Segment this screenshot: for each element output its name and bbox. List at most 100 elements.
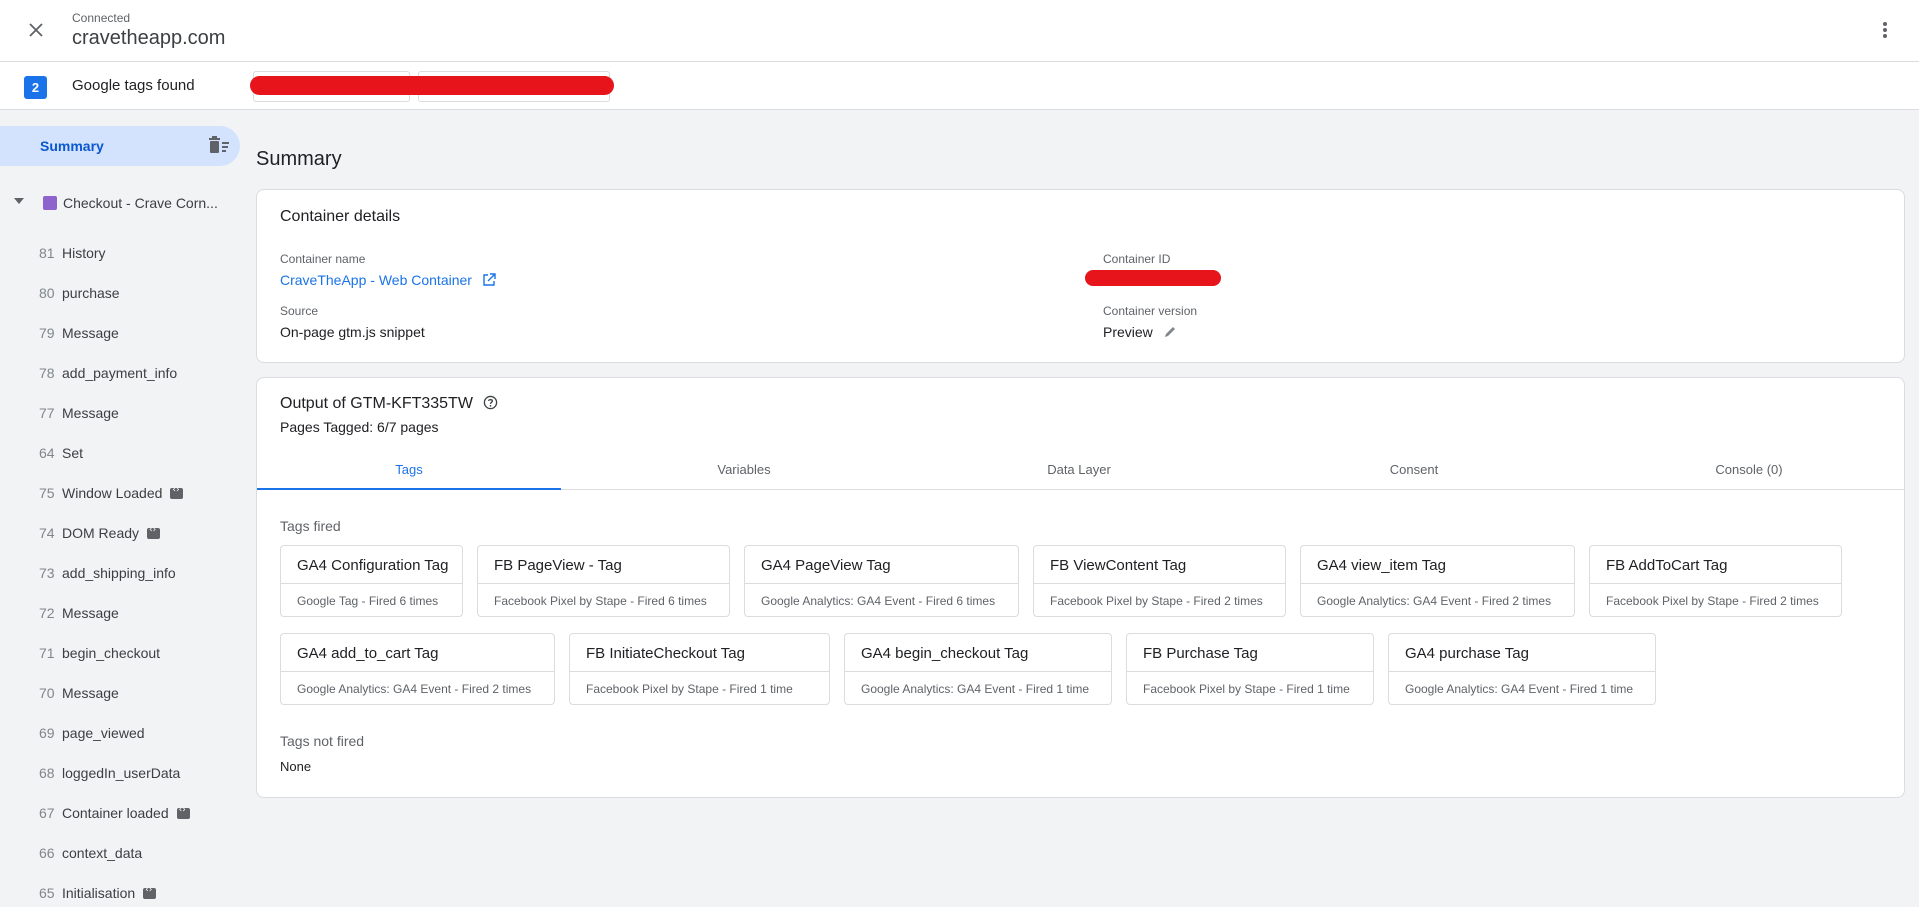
tag-card[interactable]: GA4 view_item Tag Google Analytics: GA4 E… — [1300, 545, 1575, 617]
event-number: 77 — [39, 405, 55, 421]
tag-description: Google Analytics: GA4 Event - Fired 1 ti… — [861, 682, 1090, 696]
event-number: 70 — [39, 685, 55, 701]
event-name: DOM Ready — [62, 525, 161, 541]
source-value: On-page gtm.js snippet — [280, 324, 425, 340]
event-item[interactable]: 81 History — [0, 234, 240, 274]
event-item[interactable]: 73 add_shipping_info — [0, 554, 240, 594]
event-item[interactable]: 68 loggedIn_userData — [0, 754, 240, 794]
event-number: 67 — [39, 805, 55, 821]
open-in-new-icon — [483, 273, 496, 286]
tag-name: GA4 add_to_cart Tag — [297, 645, 439, 662]
event-name-text: DOM Ready — [62, 525, 140, 541]
tags-fired-label: Tags fired — [280, 518, 341, 534]
tag-card[interactable]: FB ViewContent Tag Facebook Pixel by Stap… — [1033, 545, 1286, 617]
close-icon — [29, 23, 43, 37]
redaction-mark — [250, 76, 614, 95]
event-name-text: add_payment_info — [62, 365, 178, 381]
sidebar: Summary Checkout - Crave Corn... 81 Histo… — [0, 110, 240, 907]
event-number: 64 — [39, 445, 55, 461]
divider — [281, 671, 554, 672]
tag-card[interactable]: GA4 begin_checkout Tag Google Analytics: … — [844, 633, 1112, 705]
event-number: 69 — [39, 725, 55, 741]
tag-card[interactable]: FB AddToCart Tag Facebook Pixel by Stape … — [1589, 545, 1842, 617]
event-item[interactable]: 64 Set — [0, 434, 240, 474]
tag-card[interactable]: GA4 Configuration Tag Google Tag - Fired … — [280, 545, 463, 617]
caret-down-icon[interactable] — [14, 198, 24, 204]
close-button[interactable] — [22, 16, 50, 44]
google-tags-bar: 2 Google tags found — [0, 62, 1919, 110]
event-number: 80 — [39, 285, 55, 301]
tab-data-layer[interactable]: Data Layer — [927, 448, 1231, 490]
tag-name: GA4 PageView Tag — [761, 557, 891, 574]
event-number: 66 — [39, 845, 55, 861]
event-name-text: context_data — [62, 845, 143, 861]
event-name-text: Message — [62, 325, 119, 341]
event-item[interactable]: 77 Message — [0, 394, 240, 434]
tag-card[interactable]: GA4 add_to_cart Tag Google Analytics: GA4… — [280, 633, 555, 705]
tab-consent[interactable]: Consent — [1262, 448, 1566, 490]
output-card: Output of GTM-KFT335TW Pages Tagged: 6/7… — [256, 377, 1905, 798]
event-item[interactable]: 70 Message — [0, 674, 240, 714]
tab-tags[interactable]: Tags — [257, 448, 561, 490]
event-item[interactable]: 65 Initialisation — [0, 874, 240, 907]
divider — [845, 671, 1111, 672]
event-name-text: Message — [62, 685, 119, 701]
event-item[interactable]: 79 Message — [0, 314, 240, 354]
event-name-text: Message — [62, 605, 119, 621]
edit-icon[interactable] — [1163, 325, 1177, 339]
event-name-text: Initialisation — [62, 885, 136, 901]
event-item[interactable]: 71 begin_checkout — [0, 634, 240, 674]
tag-card[interactable]: GA4 PageView Tag Google Analytics: GA4 Ev… — [744, 545, 1019, 617]
tag-name: FB InitiateCheckout Tag — [586, 645, 745, 662]
tags-not-fired-label: Tags not fired — [280, 733, 365, 749]
tab-variables[interactable]: Variables — [592, 448, 896, 490]
event-name-text: History — [62, 245, 106, 261]
container-name-link[interactable]: CraveTheApp - Web Container — [280, 272, 496, 288]
card-title: Container details — [280, 208, 401, 225]
event-number: 74 — [39, 525, 55, 541]
page-group-checkout[interactable]: Checkout - Crave Corn... — [0, 184, 240, 224]
event-name: Message — [62, 685, 119, 701]
event-item[interactable]: 80 purchase — [0, 274, 240, 314]
sidebar-item-summary[interactable]: Summary — [0, 126, 240, 166]
redaction-mark — [1085, 270, 1221, 286]
code-icon — [176, 805, 190, 819]
event-item[interactable]: 74 DOM Ready — [0, 514, 240, 554]
event-item[interactable]: 66 context_data — [0, 834, 240, 874]
event-item[interactable]: 69 page_viewed — [0, 714, 240, 754]
tag-card[interactable]: FB PageView - Tag Facebook Pixel by Stape… — [477, 545, 730, 617]
code-icon — [170, 485, 184, 499]
divider — [1034, 583, 1285, 584]
tags-not-fired-value: None — [280, 759, 312, 774]
help-icon[interactable] — [483, 395, 498, 410]
event-number: 81 — [39, 245, 55, 261]
event-name: add_payment_info — [62, 365, 177, 381]
tag-name: GA4 begin_checkout Tag — [861, 645, 1029, 662]
divider — [745, 583, 1018, 584]
event-name-text: Message — [62, 405, 119, 421]
event-name: Set — [62, 445, 83, 461]
output-title-text: Output of GTM-KFT335TW — [280, 395, 473, 412]
event-name: Window Loaded — [62, 485, 184, 501]
event-number: 72 — [39, 605, 55, 621]
page-color-marker — [43, 196, 57, 210]
tag-card[interactable]: FB Purchase Tag Facebook Pixel by Stape -… — [1126, 633, 1374, 705]
event-item[interactable]: 67 Container loaded — [0, 794, 240, 834]
event-item[interactable]: 78 add_payment_info — [0, 354, 240, 394]
tab-console-0[interactable]: Console (0) — [1597, 448, 1901, 490]
output-tabs: Tags Variables Data Layer Consent Console (0… — [257, 448, 1904, 490]
event-item[interactable]: 75 Window Loaded — [0, 474, 240, 514]
event-item[interactable]: 72 Message — [0, 594, 240, 634]
tag-card[interactable]: GA4 purchase Tag Google Analytics: GA4 Ev… — [1388, 633, 1656, 705]
container-details-card: Container details Container name CraveTh… — [256, 189, 1905, 363]
divider — [281, 583, 462, 584]
tag-description: Google Analytics: GA4 Event - Fired 1 ti… — [1405, 682, 1634, 696]
clear-messages-icon[interactable] — [208, 136, 230, 156]
event-number: 79 — [39, 325, 55, 341]
tag-description: Facebook Pixel by Stape - Fired 1 time — [586, 682, 793, 696]
tag-description: Google Analytics: GA4 Event - Fired 6 ti… — [761, 594, 996, 608]
code-icon — [143, 885, 157, 899]
more-options-button[interactable] — [1871, 16, 1899, 44]
container-version-value: Preview — [1103, 324, 1177, 340]
tag-card[interactable]: FB InitiateCheckout Tag Facebook Pixel by… — [569, 633, 830, 705]
